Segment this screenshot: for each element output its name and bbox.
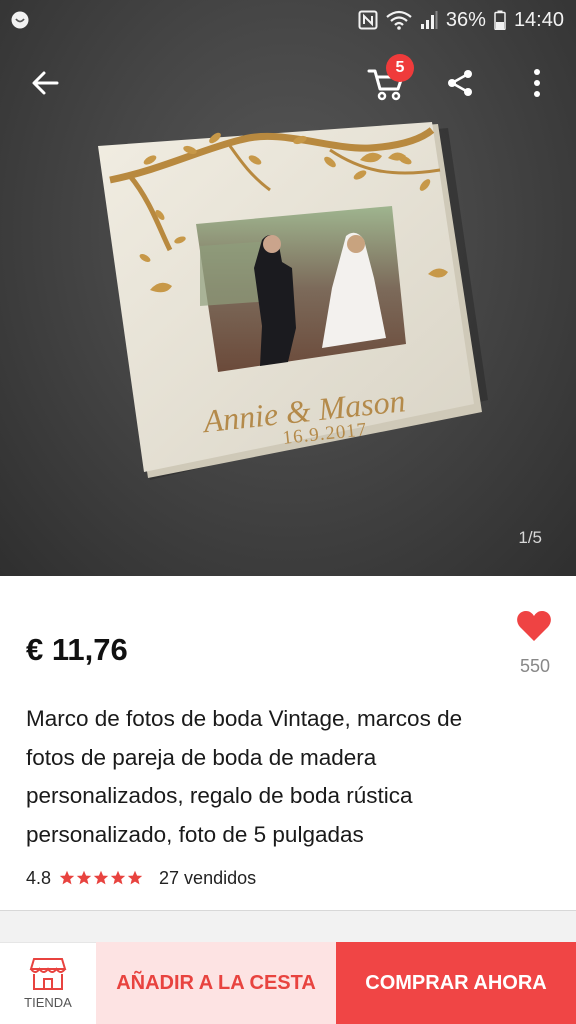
back-arrow-icon	[32, 71, 59, 95]
wifi-icon	[386, 10, 412, 30]
back-button[interactable]	[13, 48, 77, 118]
bottom-action-bar: TIENDA AÑADIR A LA CESTA COMPRAR AHORA	[0, 942, 576, 1024]
product-info-panel: € 11,76 550 Marco de fotos de boda Vinta…	[0, 576, 576, 910]
rating-row: 4.8 27 vendidos	[26, 866, 256, 890]
store-label: TIENDA	[24, 995, 72, 1010]
more-vert-icon	[534, 69, 540, 97]
notification-icon	[11, 11, 29, 29]
cart-count-badge: 5	[386, 54, 414, 82]
wishlist-button[interactable]	[514, 610, 554, 647]
star-icon	[93, 870, 109, 885]
add-to-cart-button[interactable]: AÑADIR A LA CESTA	[96, 942, 336, 1024]
star-icon	[76, 870, 92, 885]
buy-now-button[interactable]: COMPRAR AHORA	[336, 942, 576, 1024]
product-detail-screen: Annie & Mason 16.9.2017 1/5 36% 14:40 5 …	[0, 0, 576, 1024]
section-divider	[0, 910, 576, 942]
product-title: Marco de fotos de boda Vintage, marcos d…	[26, 706, 463, 847]
share-icon	[448, 70, 472, 96]
wishlist-count: 550	[519, 656, 550, 676]
store-icon	[29, 958, 67, 990]
nfc-icon	[358, 10, 378, 30]
share-button[interactable]	[428, 48, 492, 118]
image-counter: 1/5	[518, 528, 542, 547]
status-bar: 36% 14:40	[0, 0, 576, 40]
clock: 14:40	[513, 8, 564, 31]
more-options-button[interactable]	[505, 48, 569, 118]
store-button[interactable]: TIENDA	[0, 942, 96, 1024]
top-toolbar: 5	[0, 48, 576, 118]
star-icon	[127, 870, 143, 885]
signal-icon	[420, 11, 438, 29]
battery-percent: 36%	[445, 8, 486, 31]
battery-icon	[494, 10, 506, 30]
rating-value: 4.8	[26, 867, 52, 888]
heart-icon	[517, 611, 551, 641]
star-icon	[59, 870, 75, 885]
product-price: € 11,76	[26, 632, 128, 667]
cart-button[interactable]: 5	[354, 48, 418, 118]
star-icon	[110, 870, 126, 885]
rating-stars	[59, 870, 143, 886]
sold-count: 27 vendidos	[159, 867, 257, 888]
